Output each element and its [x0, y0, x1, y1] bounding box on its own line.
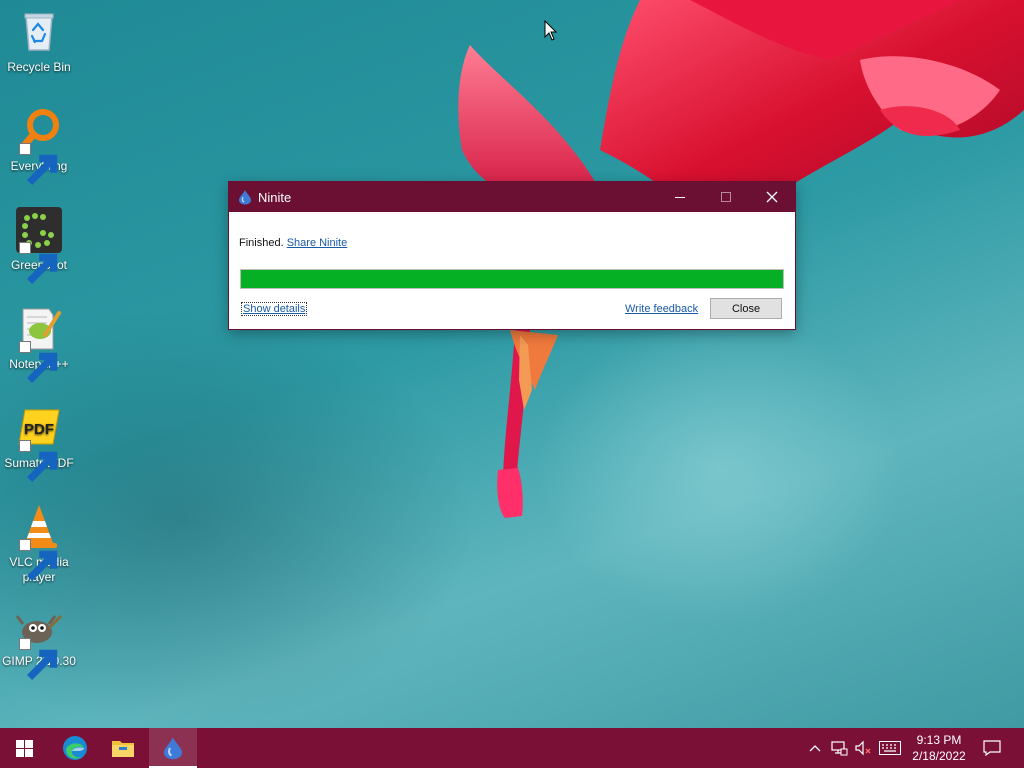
ninite-window: Ninite Finished. Share Ninite Show detai…	[229, 182, 795, 329]
chevron-up-icon	[809, 745, 821, 752]
recycle-bin-icon	[15, 8, 63, 56]
touch-keyboard-button[interactable]	[878, 728, 902, 768]
wallpaper-flower	[458, 0, 1024, 518]
shortcut-arrow-icon	[19, 440, 58, 482]
volume-muted-icon	[855, 740, 871, 756]
desktop-icon-sumatrapdf[interactable]: PDF SumatraPDF	[2, 404, 76, 482]
taskbar-edge[interactable]	[51, 728, 99, 768]
close-button[interactable]: Close	[710, 298, 782, 319]
sumatrapdf-icon: PDF	[15, 404, 63, 482]
title-bar[interactable]: Ninite	[229, 182, 795, 212]
vlc-icon	[15, 503, 63, 581]
taskbar: 9:13 PM 2/18/2022	[0, 728, 1024, 768]
mouse-cursor-icon	[544, 20, 558, 41]
show-hidden-icons-button[interactable]	[806, 728, 824, 768]
status-line: Finished. Share Ninite	[239, 237, 347, 249]
start-icon	[15, 739, 33, 757]
notification-icon	[983, 740, 1001, 756]
network-icon	[831, 741, 848, 756]
greenshot-icon	[15, 206, 63, 284]
desktop-icon-everything[interactable]: Everything	[2, 107, 76, 185]
desktop-icon-notepadpp[interactable]: Notepad++	[2, 305, 76, 383]
close-icon	[766, 191, 778, 203]
desktop-icon-gimp[interactable]: GIMP 2.10.30	[2, 602, 76, 680]
maximize-button	[703, 182, 749, 212]
edge-icon	[63, 736, 87, 760]
start-button[interactable]	[0, 728, 48, 768]
window-content: Finished. Share Ninite Show details Writ…	[229, 212, 795, 329]
progress-bar	[240, 269, 784, 289]
taskbar-ninite[interactable]	[149, 728, 197, 768]
desktop: Recycle Bin Everything Greenshot Notepad…	[0, 0, 1024, 728]
desktop-icon-recycle-bin[interactable]: Recycle Bin	[2, 8, 76, 75]
everything-icon	[15, 107, 63, 185]
shortcut-arrow-icon	[19, 242, 58, 284]
close-window-button[interactable]	[749, 182, 795, 212]
shortcut-arrow-icon	[19, 638, 58, 680]
share-ninite-link[interactable]: Share Ninite	[287, 237, 348, 249]
desktop-icon-greenshot[interactable]: Greenshot	[2, 206, 76, 284]
action-center-button[interactable]	[980, 728, 1004, 768]
notepadpp-icon	[15, 305, 63, 383]
clock-time: 9:13 PM	[916, 733, 962, 747]
shortcut-arrow-icon	[19, 539, 58, 581]
ninite-icon	[238, 189, 252, 205]
write-feedback-link[interactable]: Write feedback	[625, 303, 698, 315]
shortcut-arrow-icon	[19, 143, 58, 185]
clock[interactable]: 9:13 PM 2/18/2022	[904, 728, 974, 768]
show-details-link[interactable]: Show details	[240, 302, 308, 316]
keyboard-icon	[879, 741, 901, 755]
maximize-icon	[721, 192, 731, 202]
desktop-icon-label: Recycle Bin	[7, 60, 71, 74]
window-title: Ninite	[258, 189, 292, 205]
svg-text:PDF: PDF	[24, 421, 54, 438]
file-explorer-icon	[112, 741, 134, 757]
network-button[interactable]	[828, 728, 850, 768]
minimize-icon	[675, 197, 685, 198]
ninite-icon	[164, 737, 182, 760]
gimp-icon	[15, 602, 63, 680]
status-text: Finished.	[239, 237, 284, 249]
shortcut-arrow-icon	[19, 341, 58, 383]
progress-fill	[241, 270, 783, 288]
minimize-button[interactable]	[657, 182, 703, 212]
desktop-icon-vlc[interactable]: VLC media player	[2, 503, 76, 585]
taskbar-file-explorer[interactable]	[99, 728, 147, 768]
volume-button[interactable]	[852, 728, 874, 768]
clock-date: 2/18/2022	[912, 749, 966, 763]
